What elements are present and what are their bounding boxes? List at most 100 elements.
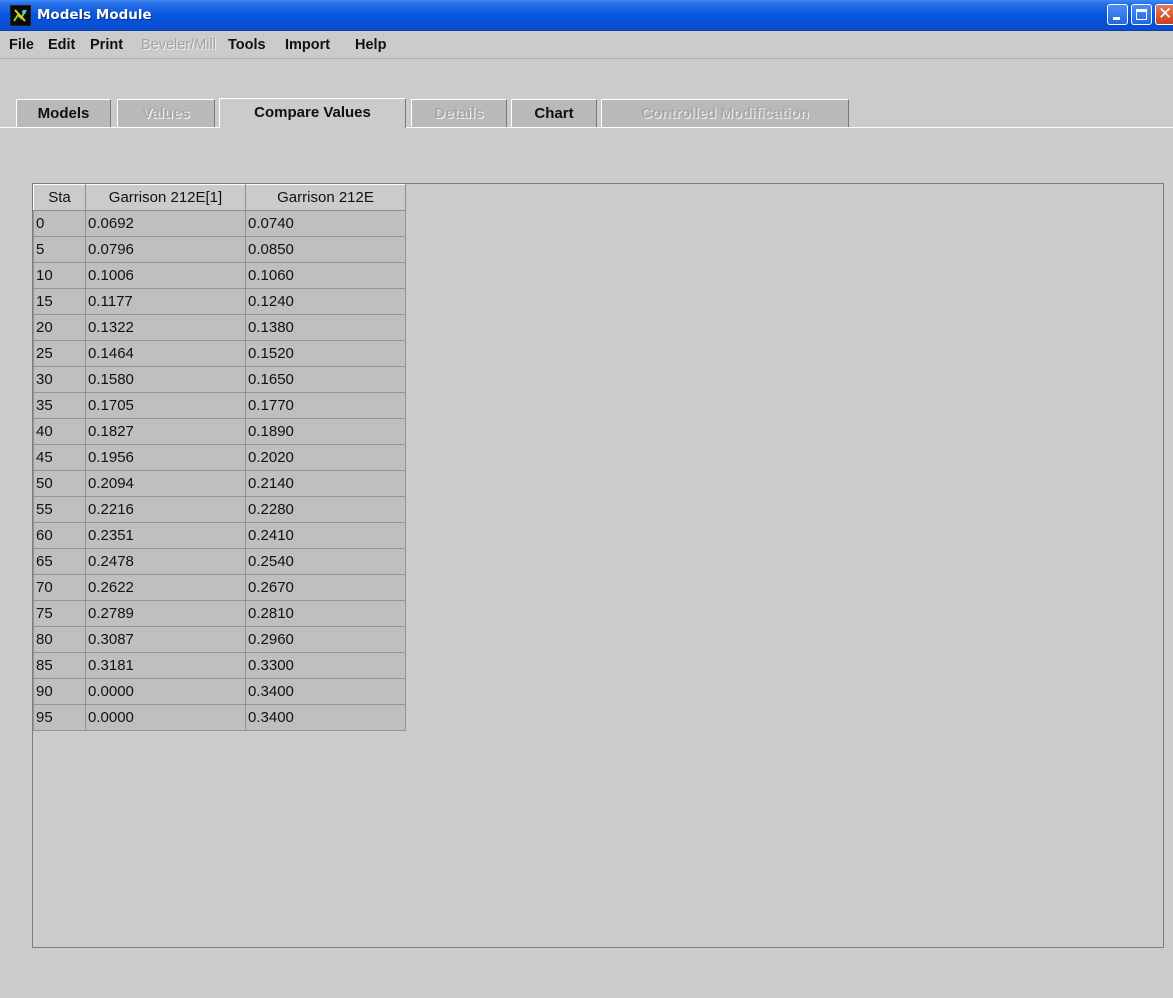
maximize-button[interactable] xyxy=(1131,4,1152,25)
cell-sta[interactable]: 70 xyxy=(33,574,86,601)
menu-beveler-mill[interactable]: Beveler/Mill xyxy=(141,37,216,53)
tab-compare-values[interactable]: Compare Values xyxy=(219,98,406,128)
cell-sta[interactable]: 45 xyxy=(33,444,86,471)
menu-edit[interactable]: Edit xyxy=(48,37,75,53)
table-row[interactable]: 10 0.1006 0.1060 xyxy=(33,262,406,289)
cell-garrison-212e-1[interactable]: 0.1956 xyxy=(85,444,246,471)
table-row[interactable]: 45 0.1956 0.2020 xyxy=(33,444,406,471)
menu-tools[interactable]: Tools xyxy=(228,37,266,53)
table-row[interactable]: 75 0.2789 0.2810 xyxy=(33,600,406,627)
cell-garrison-212e[interactable]: 0.2020 xyxy=(245,444,406,471)
cell-garrison-212e-1[interactable]: 0.2622 xyxy=(85,574,246,601)
cell-garrison-212e-1[interactable]: 0.2478 xyxy=(85,548,246,575)
table-row[interactable]: 60 0.2351 0.2410 xyxy=(33,522,406,549)
menu-file[interactable]: File xyxy=(9,37,34,53)
column-header-garrison-212e-1[interactable]: Garrison 212E[1] xyxy=(85,184,246,211)
cell-garrison-212e-1[interactable]: 0.0000 xyxy=(85,704,246,731)
tab-details[interactable]: Details xyxy=(411,99,507,127)
cell-garrison-212e[interactable]: 0.0850 xyxy=(245,236,406,263)
menu-print[interactable]: Print xyxy=(90,37,123,53)
cell-sta[interactable]: 85 xyxy=(33,652,86,679)
tab-chart[interactable]: Chart xyxy=(511,99,597,127)
cell-garrison-212e[interactable]: 0.2960 xyxy=(245,626,406,653)
cell-sta[interactable]: 60 xyxy=(33,522,86,549)
cell-sta[interactable]: 30 xyxy=(33,366,86,393)
table-row[interactable]: 55 0.2216 0.2280 xyxy=(33,496,406,523)
menu-import[interactable]: Import xyxy=(285,37,330,53)
cell-garrison-212e[interactable]: 0.1240 xyxy=(245,288,406,315)
table-row[interactable]: 80 0.3087 0.2960 xyxy=(33,626,406,653)
cell-garrison-212e[interactable]: 0.2140 xyxy=(245,470,406,497)
cell-garrison-212e[interactable]: 0.2670 xyxy=(245,574,406,601)
title-bar[interactable]: Models Module ✕ xyxy=(0,0,1173,31)
table-row[interactable]: 40 0.1827 0.1890 xyxy=(33,418,406,445)
cell-garrison-212e[interactable]: 0.2540 xyxy=(245,548,406,575)
table-row[interactable]: 5 0.0796 0.0850 xyxy=(33,236,406,263)
cell-garrison-212e-1[interactable]: 0.1177 xyxy=(85,288,246,315)
column-header-sta[interactable]: Sta xyxy=(33,184,86,211)
cell-garrison-212e-1[interactable]: 0.0000 xyxy=(85,678,246,705)
cell-sta[interactable]: 15 xyxy=(33,288,86,315)
cell-garrison-212e-1[interactable]: 0.1827 xyxy=(85,418,246,445)
cell-garrison-212e-1[interactable]: 0.1464 xyxy=(85,340,246,367)
cell-garrison-212e[interactable]: 0.2410 xyxy=(245,522,406,549)
cell-garrison-212e-1[interactable]: 0.0796 xyxy=(85,236,246,263)
cell-garrison-212e[interactable]: 0.1380 xyxy=(245,314,406,341)
cell-sta[interactable]: 20 xyxy=(33,314,86,341)
cell-garrison-212e-1[interactable]: 0.1322 xyxy=(85,314,246,341)
table-row[interactable]: 30 0.1580 0.1650 xyxy=(33,366,406,393)
table-row[interactable]: 85 0.3181 0.3300 xyxy=(33,652,406,679)
tab-values[interactable]: Values xyxy=(117,99,215,127)
cell-garrison-212e[interactable]: 0.2810 xyxy=(245,600,406,627)
cell-garrison-212e-1[interactable]: 0.1580 xyxy=(85,366,246,393)
cell-garrison-212e[interactable]: 0.3400 xyxy=(245,678,406,705)
cell-garrison-212e[interactable]: 0.0740 xyxy=(245,210,406,237)
cell-garrison-212e-1[interactable]: 0.3181 xyxy=(85,652,246,679)
cell-garrison-212e-1[interactable]: 0.2216 xyxy=(85,496,246,523)
compare-values-table[interactable]: Sta Garrison 212E[1] Garrison 212E 0 0.0… xyxy=(33,184,406,731)
cell-garrison-212e[interactable]: 0.1650 xyxy=(245,366,406,393)
cell-garrison-212e-1[interactable]: 0.2789 xyxy=(85,600,246,627)
cell-sta[interactable]: 10 xyxy=(33,262,86,289)
cell-garrison-212e[interactable]: 0.2280 xyxy=(245,496,406,523)
table-row[interactable]: 95 0.0000 0.3400 xyxy=(33,704,406,731)
column-header-garrison-212e[interactable]: Garrison 212E xyxy=(245,184,406,211)
cell-garrison-212e[interactable]: 0.3400 xyxy=(245,704,406,731)
table-row[interactable]: 25 0.1464 0.1520 xyxy=(33,340,406,367)
cell-sta[interactable]: 90 xyxy=(33,678,86,705)
table-row[interactable]: 50 0.2094 0.2140 xyxy=(33,470,406,497)
cell-garrison-212e-1[interactable]: 0.2094 xyxy=(85,470,246,497)
cell-sta[interactable]: 55 xyxy=(33,496,86,523)
table-row[interactable]: 0 0.0692 0.0740 xyxy=(33,210,406,237)
cell-garrison-212e-1[interactable]: 0.1705 xyxy=(85,392,246,419)
table-row[interactable]: 90 0.0000 0.3400 xyxy=(33,678,406,705)
cell-sta[interactable]: 40 xyxy=(33,418,86,445)
cell-sta[interactable]: 95 xyxy=(33,704,86,731)
tab-models[interactable]: Models xyxy=(16,99,111,127)
cell-sta[interactable]: 25 xyxy=(33,340,86,367)
close-button[interactable]: ✕ xyxy=(1155,4,1173,25)
cell-garrison-212e[interactable]: 0.1890 xyxy=(245,418,406,445)
tab-controlled-modification[interactable]: Controlled Modification xyxy=(601,99,849,127)
cell-garrison-212e[interactable]: 0.1770 xyxy=(245,392,406,419)
cell-sta[interactable]: 5 xyxy=(33,236,86,263)
cell-sta[interactable]: 65 xyxy=(33,548,86,575)
cell-garrison-212e-1[interactable]: 0.3087 xyxy=(85,626,246,653)
cell-garrison-212e[interactable]: 0.1060 xyxy=(245,262,406,289)
cell-garrison-212e-1[interactable]: 0.0692 xyxy=(85,210,246,237)
table-row[interactable]: 70 0.2622 0.2670 xyxy=(33,574,406,601)
menu-help[interactable]: Help xyxy=(355,37,386,53)
minimize-button[interactable] xyxy=(1107,4,1128,25)
cell-garrison-212e[interactable]: 0.3300 xyxy=(245,652,406,679)
cell-sta[interactable]: 75 xyxy=(33,600,86,627)
cell-sta[interactable]: 0 xyxy=(33,210,86,237)
table-row[interactable]: 15 0.1177 0.1240 xyxy=(33,288,406,315)
table-row[interactable]: 20 0.1322 0.1380 xyxy=(33,314,406,341)
cell-sta[interactable]: 50 xyxy=(33,470,86,497)
cell-sta[interactable]: 35 xyxy=(33,392,86,419)
cell-garrison-212e-1[interactable]: 0.2351 xyxy=(85,522,246,549)
cell-garrison-212e[interactable]: 0.1520 xyxy=(245,340,406,367)
java-app-icon[interactable] xyxy=(10,5,31,26)
table-row[interactable]: 35 0.1705 0.1770 xyxy=(33,392,406,419)
cell-garrison-212e-1[interactable]: 0.1006 xyxy=(85,262,246,289)
